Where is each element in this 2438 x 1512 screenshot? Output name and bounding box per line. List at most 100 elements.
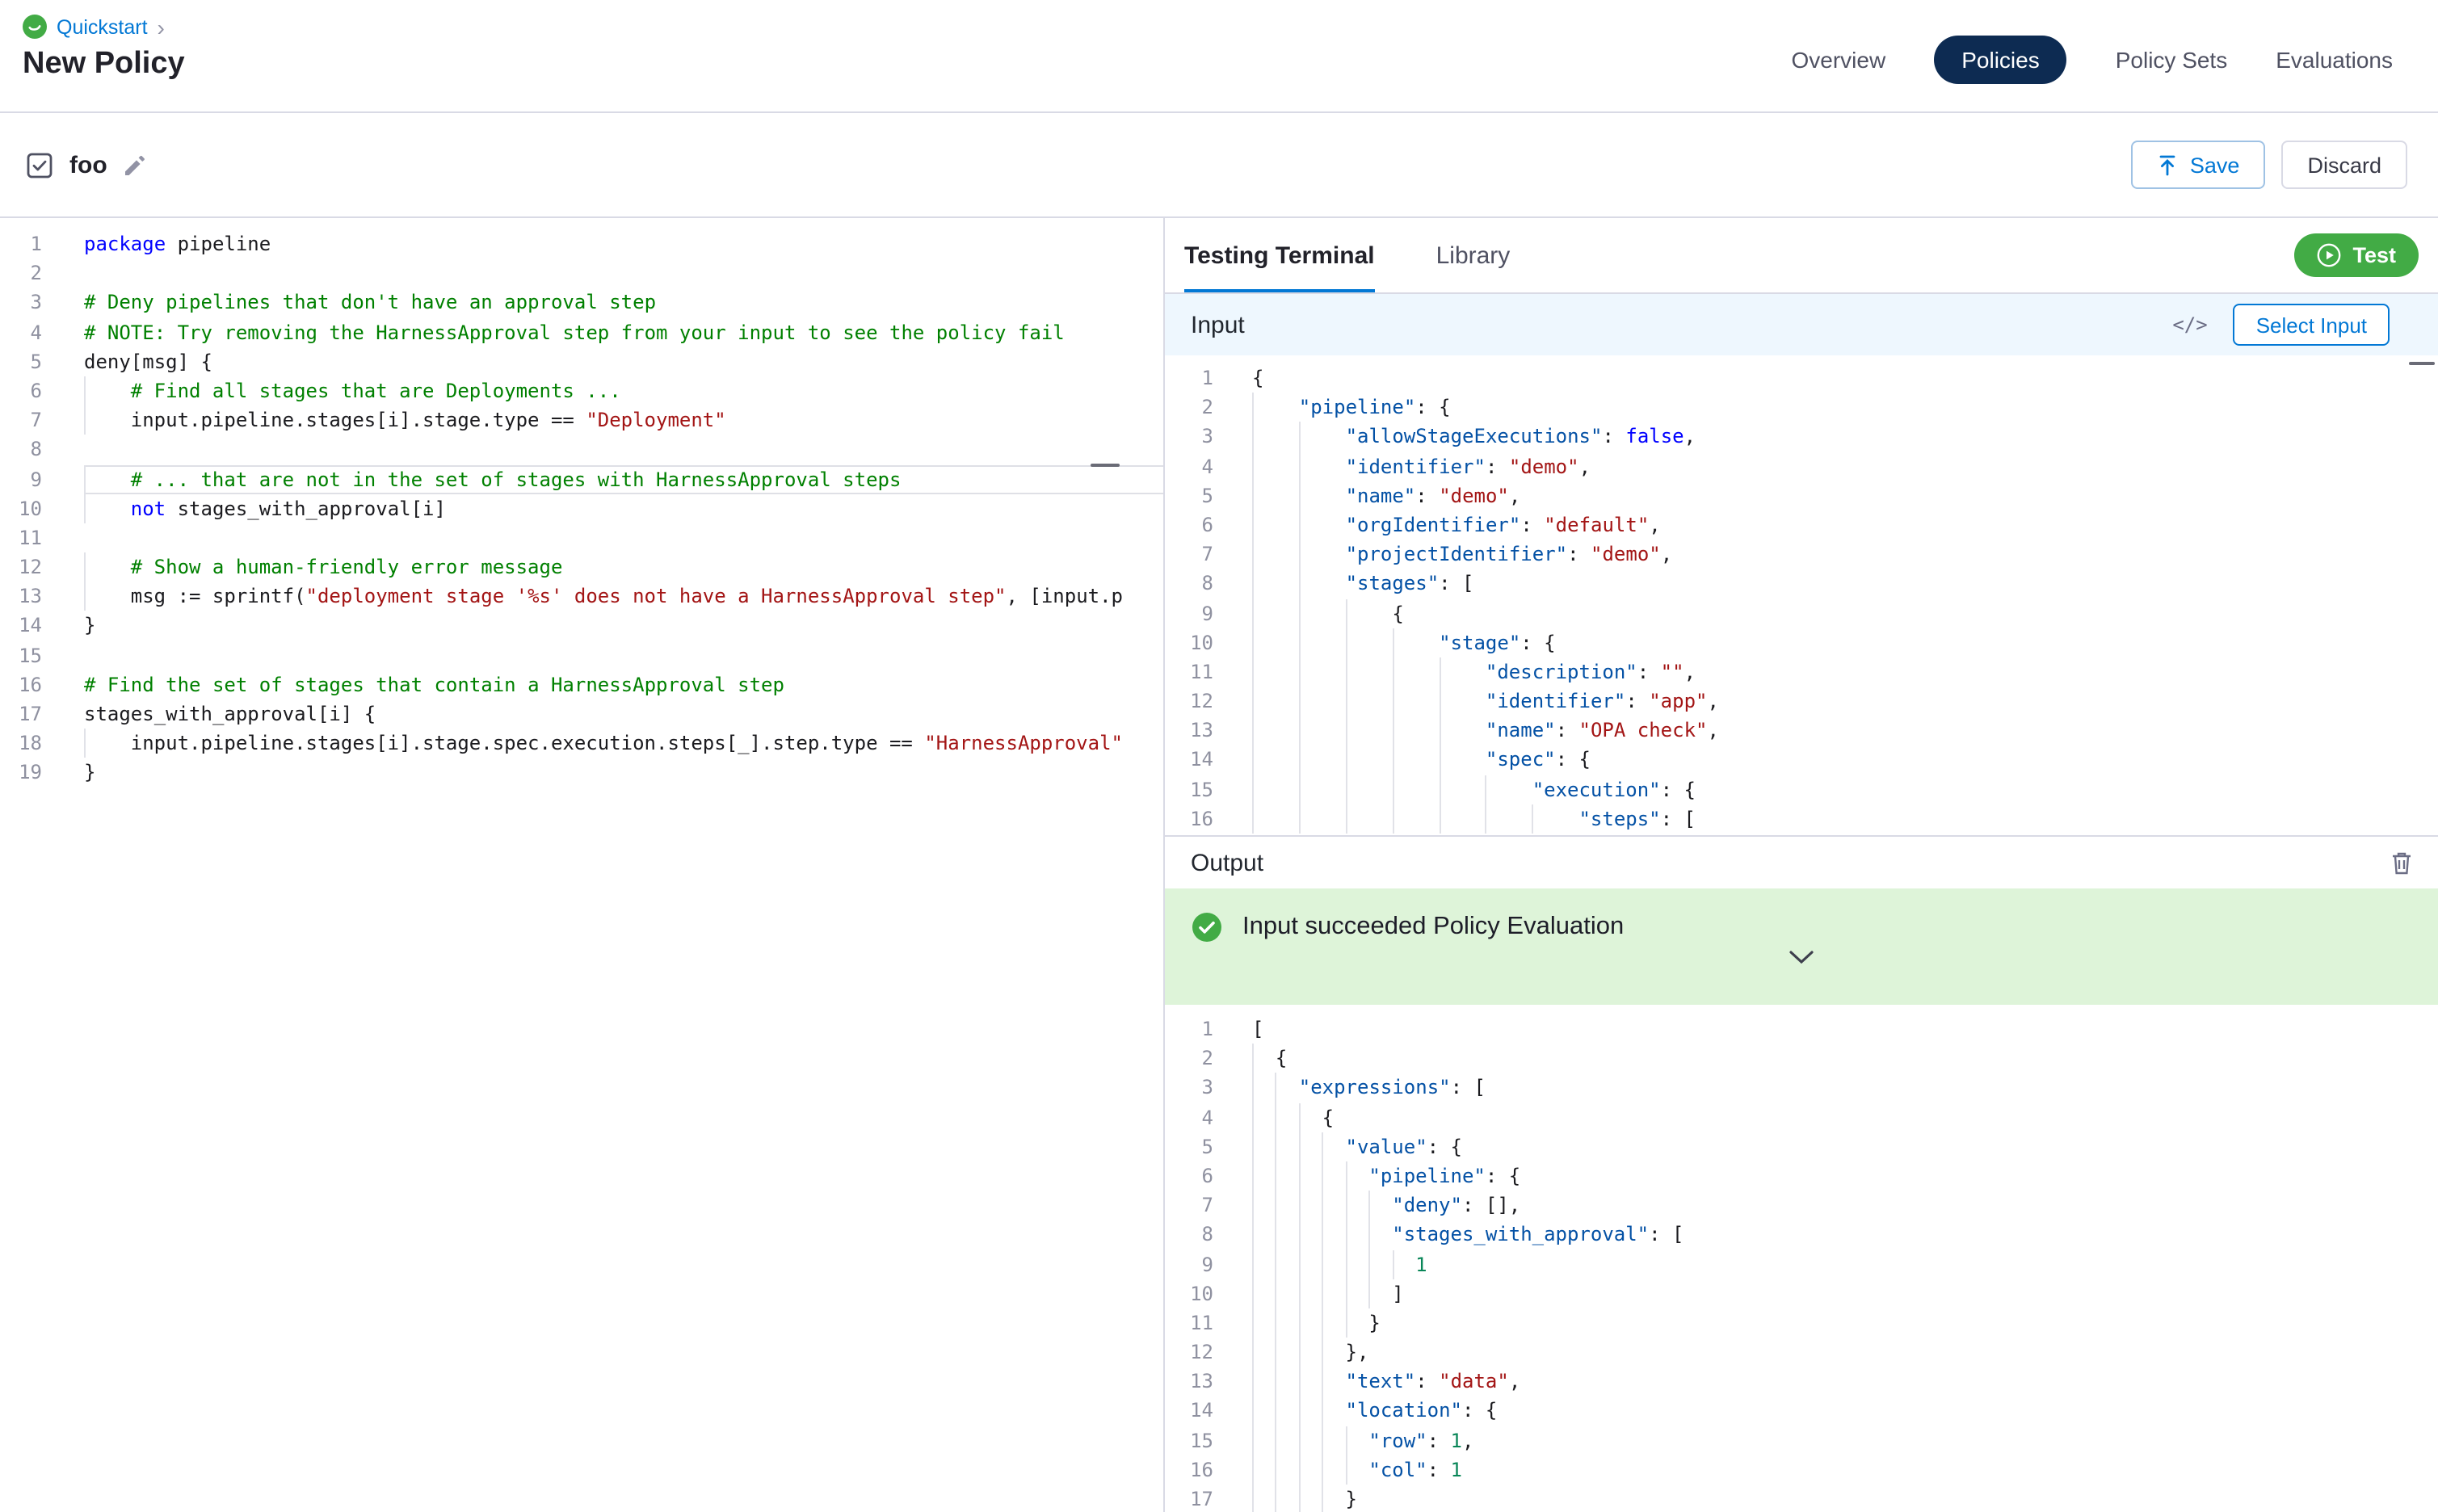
line-number: 14 (1165, 746, 1213, 775)
line-number: 12 (1165, 687, 1213, 716)
code-line: 5"name": "demo", (1165, 481, 2438, 510)
code-line: 12}, (1165, 1338, 2438, 1367)
code-line: 17} (1165, 1485, 2438, 1512)
editor-scrollbar-marker (1091, 464, 1120, 467)
code-line: 11 (0, 523, 1163, 552)
code-line: 14"spec": { (1165, 746, 2438, 775)
testing-panel: Testing Terminal Library Test Input </> … (1165, 218, 2438, 1512)
tab-label: Library (1436, 242, 1511, 269)
code-line: 13msg := sprintf("deployment stage '%s' … (0, 582, 1163, 611)
code-line: 7"deny": [], (1165, 1191, 2438, 1220)
code-line: 15"execution": { (1165, 775, 2438, 804)
code-line: 10"stage": { (1165, 628, 2438, 657)
line-number: 13 (1165, 1367, 1213, 1396)
policy-identity: foo (26, 151, 148, 178)
tab-testing-terminal[interactable]: Testing Terminal (1184, 218, 1375, 292)
line-number: 3 (1165, 1073, 1213, 1102)
code-line: 16# Find the set of stages that contain … (0, 670, 1163, 699)
input-header-actions: </> Select Input (2172, 304, 2412, 346)
line-number: 6 (1165, 510, 1213, 540)
line-number: 4 (0, 317, 42, 346)
line-number: 7 (1165, 1191, 1213, 1220)
line-number: 9 (1165, 598, 1213, 628)
save-button[interactable]: Save (2132, 141, 2266, 189)
line-number: 1 (0, 229, 42, 258)
line-number: 19 (0, 758, 42, 788)
toolbar-actions: Save Discard (2132, 141, 2407, 189)
line-number: 17 (1165, 1485, 1213, 1512)
line-number: 2 (1165, 393, 1213, 422)
line-number: 15 (1165, 775, 1213, 804)
code-line: 1[ (1165, 1014, 2438, 1044)
output-header: Output (1165, 835, 2438, 888)
code-line: 14"location": { (1165, 1396, 2438, 1426)
line-number: 11 (0, 523, 42, 552)
line-number: 9 (0, 464, 42, 494)
tab-library[interactable]: Library (1436, 218, 1511, 292)
line-number: 18 (0, 729, 42, 758)
input-scrollbar-marker (2409, 362, 2435, 365)
tab-overview[interactable]: Overview (1792, 47, 1886, 73)
success-check-icon (1191, 911, 1223, 943)
rego-editor[interactable]: 1package pipeline23# Deny pipelines that… (0, 218, 1163, 1512)
test-button[interactable]: Test (2294, 233, 2419, 277)
line-number: 13 (1165, 716, 1213, 746)
line-number: 9 (1165, 1250, 1213, 1279)
output-json-viewer[interactable]: 1[2{3"expressions": [4{5"value": {6"pipe… (1165, 1005, 2438, 1512)
discard-button[interactable]: Discard (2281, 141, 2407, 189)
code-line: 4# NOTE: Try removing the HarnessApprova… (0, 317, 1163, 346)
line-number: 12 (0, 552, 42, 582)
code-line: 10not stages_with_approval[i] (0, 494, 1163, 523)
line-number: 5 (1165, 1132, 1213, 1161)
code-line: 15 (0, 640, 1163, 670)
breadcrumb-quickstart-link[interactable]: Quickstart (57, 15, 148, 38)
code-line: 13"name": "OPA check", (1165, 716, 2438, 746)
line-number: 2 (0, 258, 42, 288)
line-number: 7 (0, 405, 42, 435)
line-number: 14 (0, 611, 42, 640)
app-root: Quickstart › New Policy Overview Policie… (0, 0, 2438, 1512)
top-nav: Overview Policies Policy Sets Evaluation… (1792, 15, 2394, 89)
code-line: 2"pipeline": { (1165, 393, 2438, 422)
code-line: 10] (1165, 1279, 2438, 1308)
line-number: 16 (1165, 804, 1213, 834)
code-line: 7"projectIdentifier": "demo", (1165, 540, 2438, 569)
tab-policy-sets[interactable]: Policy Sets (2116, 47, 2228, 73)
code-icon[interactable]: </> (2172, 313, 2207, 336)
code-line: 19} (0, 758, 1163, 788)
save-button-label: Save (2190, 153, 2240, 177)
line-number: 4 (1165, 452, 1213, 481)
line-number: 4 (1165, 1102, 1213, 1132)
code-line: 13"text": "data", (1165, 1367, 2438, 1396)
tab-evaluations[interactable]: Evaluations (2276, 47, 2393, 73)
code-line: 18input.pipeline.stages[i].stage.spec.ex… (0, 729, 1163, 758)
rego-editor-code[interactable]: 1package pipeline23# Deny pipelines that… (0, 229, 1163, 788)
line-number: 10 (1165, 1279, 1213, 1308)
line-number: 10 (0, 494, 42, 523)
tab-label: Testing Terminal (1184, 242, 1375, 269)
code-line: 4"identifier": "demo", (1165, 452, 2438, 481)
chevron-down-icon[interactable] (1789, 950, 1814, 964)
select-input-button[interactable]: Select Input (2234, 304, 2390, 346)
input-json-code[interactable]: 1{2"pipeline": {3"allowStageExecutions":… (1165, 363, 2438, 834)
line-number: 2 (1165, 1044, 1213, 1073)
input-json-editor[interactable]: 1{2"pipeline": {3"allowStageExecutions":… (1165, 355, 2438, 835)
discard-button-label: Discard (2307, 153, 2381, 177)
main-content: 1package pipeline23# Deny pipelines that… (0, 218, 2438, 1512)
header-left: Quickstart › New Policy (23, 15, 185, 111)
code-line: 11"description": "", (1165, 657, 2438, 687)
code-line: 9{ (1165, 598, 2438, 628)
trash-icon[interactable] (2390, 850, 2414, 876)
code-line: 6"pipeline": { (1165, 1161, 2438, 1191)
evaluation-success-banner: Input succeeded Policy Evaluation (1165, 888, 2438, 1005)
policy-name: foo (69, 151, 107, 178)
code-line: 3"expressions": [ (1165, 1073, 2438, 1102)
code-line: 8"stages": [ (1165, 569, 2438, 598)
tab-policies[interactable]: Policies (1934, 36, 2067, 84)
line-number: 1 (1165, 363, 1213, 393)
edit-pencil-icon[interactable] (124, 153, 148, 177)
output-json-code[interactable]: 1[2{3"expressions": [4{5"value": {6"pipe… (1165, 1014, 2438, 1512)
line-number: 8 (1165, 569, 1213, 598)
test-button-label: Test (2352, 243, 2396, 267)
page-title: New Policy (23, 47, 185, 82)
